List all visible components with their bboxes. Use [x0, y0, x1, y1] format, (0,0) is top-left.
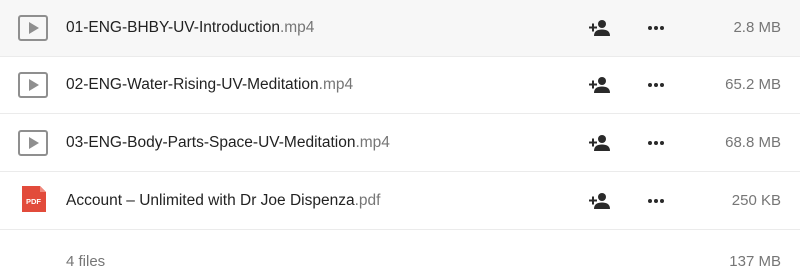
file-list: 01-ENG-BHBY-UV-Introduction.mp4 2.8 MB 0…	[0, 0, 800, 280]
pdf-icon-label: PDF	[26, 197, 41, 206]
more-options-icon[interactable]	[644, 18, 668, 38]
file-extension: .mp4	[279, 19, 315, 36]
video-file-icon[interactable]	[18, 72, 48, 98]
file-name-link[interactable]: 03-ENG-Body-Parts-Space-UV-Meditation.mp…	[66, 133, 390, 153]
file-row[interactable]: 01-ENG-BHBY-UV-Introduction.mp4 2.8 MB	[0, 0, 800, 57]
add-person-icon[interactable]	[588, 133, 612, 153]
file-count: 4 files	[66, 253, 106, 270]
file-list-summary: 4 files 137 MB	[0, 231, 800, 280]
file-name-link[interactable]: 02-ENG-Water-Rising-UV-Meditation.mp4	[66, 75, 353, 95]
file-name-link[interactable]: Account – Unlimited with Dr Joe Dispenza…	[66, 191, 380, 211]
file-basename: 01-ENG-BHBY-UV-Introduction	[66, 19, 280, 36]
more-options-icon[interactable]	[644, 133, 668, 153]
add-person-icon[interactable]	[588, 191, 612, 211]
pdf-file-icon[interactable]: PDF	[18, 186, 48, 214]
file-extension: .mp4	[318, 76, 354, 93]
more-options-icon[interactable]	[644, 75, 668, 95]
file-basename: 03-ENG-Body-Parts-Space-UV-Meditation	[66, 134, 356, 151]
file-size: 250 KB	[731, 192, 781, 209]
more-options-icon[interactable]	[644, 191, 668, 211]
file-size: 65.2 MB	[725, 76, 781, 93]
video-file-icon[interactable]	[18, 15, 48, 41]
file-basename: 02-ENG-Water-Rising-UV-Meditation	[66, 76, 319, 93]
file-row[interactable]: 02-ENG-Water-Rising-UV-Meditation.mp4 65…	[0, 57, 800, 114]
file-extension: .pdf	[354, 192, 381, 209]
file-row[interactable]: PDF Account – Unlimited with Dr Joe Disp…	[0, 173, 800, 230]
total-size: 137 MB	[729, 253, 781, 270]
file-row[interactable]: 03-ENG-Body-Parts-Space-UV-Meditation.mp…	[0, 115, 800, 172]
file-size: 68.8 MB	[725, 134, 781, 151]
add-person-icon[interactable]	[588, 75, 612, 95]
video-file-icon[interactable]	[18, 130, 48, 156]
file-basename: Account – Unlimited with Dr Joe Dispenza	[66, 192, 355, 209]
file-size: 2.8 MB	[733, 19, 781, 36]
file-name-link[interactable]: 01-ENG-BHBY-UV-Introduction.mp4	[66, 18, 314, 38]
file-extension: .mp4	[355, 134, 390, 151]
add-person-icon[interactable]	[588, 18, 612, 38]
